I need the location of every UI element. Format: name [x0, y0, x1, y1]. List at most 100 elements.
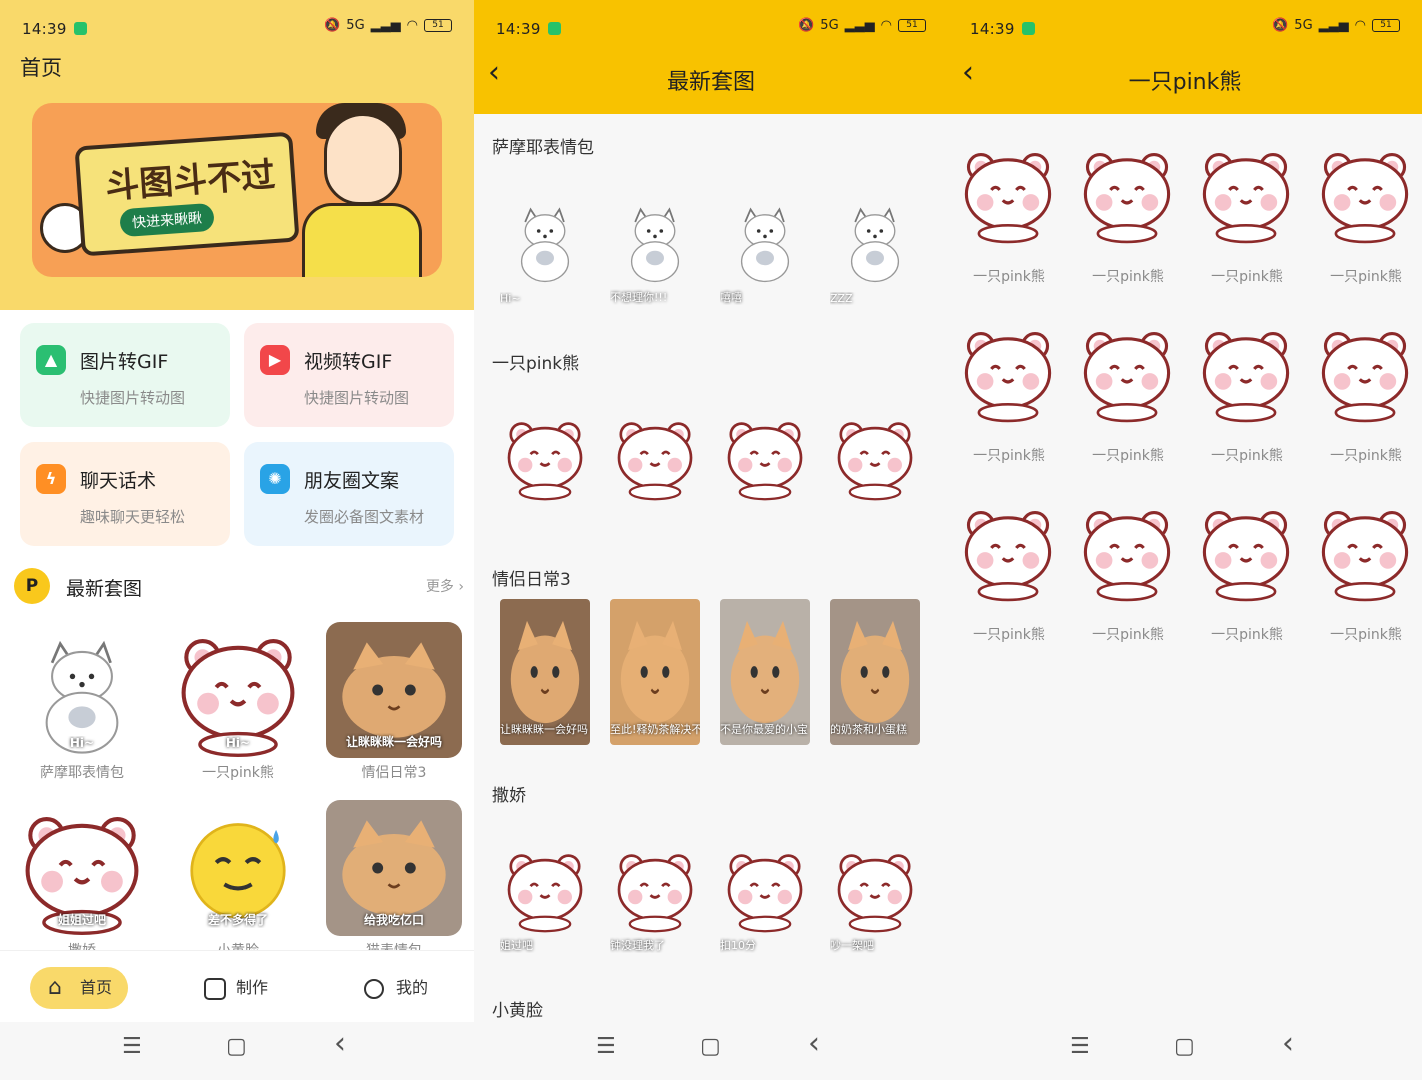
- sticker-thumbnail[interactable]: ZZZ: [830, 167, 920, 313]
- bear-sticker[interactable]: 一只pink熊: [1194, 494, 1300, 654]
- set-thumbnail: Hi~: [14, 622, 150, 758]
- bear-image: [1075, 494, 1181, 606]
- notification-icon: [1022, 22, 1035, 35]
- sticker-thumbnail[interactable]: 姐过吧: [500, 815, 590, 961]
- status-time: 14:39: [970, 20, 1015, 38]
- home-square-icon[interactable]: ▢: [226, 1034, 247, 1059]
- set-card[interactable]: Hi~ 萨摩耶表情包: [12, 622, 152, 782]
- sticker-thumbnail[interactable]: [720, 383, 810, 529]
- sticker-thumbnail[interactable]: 不是你最爱的小宝: [720, 599, 810, 745]
- bear-sticker[interactable]: 一只pink熊: [956, 315, 1062, 475]
- boy-shirt: [302, 203, 422, 277]
- status-time: 14:39: [22, 20, 67, 38]
- sticker-caption: 一只pink熊: [1330, 627, 1402, 643]
- sticker-thumbnail[interactable]: 扣10分: [720, 815, 810, 961]
- aperture-icon: ✺: [260, 464, 290, 494]
- back-icon[interactable]: ‹: [334, 1026, 346, 1061]
- bear-image: [956, 315, 1062, 427]
- set-thumbnail: 差不多得了: [170, 800, 306, 936]
- set-card[interactable]: 给我吃亿口猫表情包: [324, 800, 464, 960]
- more-link[interactable]: 更多 ›: [426, 576, 464, 596]
- sticker-caption: 一只pink熊: [1092, 269, 1164, 285]
- sticker-thumbnail[interactable]: 让眯眯眯一会好吗: [500, 599, 590, 745]
- sticker-text: 吵一架吧: [830, 939, 874, 952]
- feature-image-to-gif[interactable]: ▲ 图片转GIF 快捷图片转动图: [20, 323, 230, 427]
- notification-icon: [548, 22, 561, 35]
- bear-image: [1075, 315, 1181, 427]
- feature-title: 聊天话术: [80, 470, 157, 492]
- sticker-thumbnail[interactable]: [830, 383, 920, 529]
- menu-icon[interactable]: ☰: [596, 1034, 616, 1059]
- latest-sets-screen: ‹ 最新套图 14:39 🔕 5G ▂▃▅ ◠ 51 萨摩耶表情包 Hi~ 不想…: [474, 0, 948, 1080]
- back-icon[interactable]: ‹: [1282, 1026, 1294, 1061]
- network-label: 5G: [1294, 18, 1313, 33]
- nav-create[interactable]: 制作: [204, 967, 268, 1009]
- wifi-icon: ◠: [406, 18, 418, 33]
- home-square-icon[interactable]: ▢: [1174, 1034, 1195, 1059]
- bear-image: [1313, 494, 1419, 606]
- feature-moments-copy[interactable]: ✺ 朋友圈文案 发圈必备图文素材: [244, 442, 454, 546]
- status-icons: 🔕 5G ▂▃▅ ◠ 51: [798, 18, 926, 33]
- bear-sticker[interactable]: 一只pink熊: [1313, 136, 1419, 296]
- feature-subtitle: 发圈必备图文素材: [304, 508, 425, 526]
- sticker-thumbnail[interactable]: 的奶茶和小蛋糕: [830, 599, 920, 745]
- bear-image: [1313, 315, 1419, 427]
- bear-sticker[interactable]: 一只pink熊: [1313, 315, 1419, 475]
- bear-sticker[interactable]: 一只pink熊: [1075, 494, 1181, 654]
- feature-title: 视频转GIF: [304, 351, 393, 373]
- bear-sticker[interactable]: 一只pink熊: [956, 494, 1062, 654]
- image-icon: ▲: [36, 345, 66, 375]
- feature-video-to-gif[interactable]: ▶ 视频转GIF 快捷图片转动图: [244, 323, 454, 427]
- status-icons: 🔕 5G ▂▃▅ ◠ 51: [1272, 18, 1400, 33]
- set-thumbnail-text: 差不多得了: [207, 913, 268, 927]
- bear-sticker[interactable]: 一只pink熊: [1075, 136, 1181, 296]
- bear-sticker[interactable]: 一只pink熊: [1313, 494, 1419, 654]
- bear-sticker[interactable]: 一只pink熊: [1075, 315, 1181, 475]
- bear-sticker[interactable]: 一只pink熊: [1194, 136, 1300, 296]
- set-thumbnail: Hi~: [170, 622, 306, 758]
- sticker-text: 嘻嘻: [720, 291, 742, 304]
- sticker-thumbnail[interactable]: 吵一架吧: [830, 815, 920, 961]
- bear-sticker[interactable]: 一只pink熊: [1194, 315, 1300, 475]
- set-card[interactable]: 差不多得了小黄脸: [168, 800, 308, 960]
- set-card[interactable]: Hi~ 一只pink熊: [168, 622, 308, 782]
- bear-image: [956, 136, 1062, 248]
- menu-icon[interactable]: ☰: [1070, 1034, 1090, 1059]
- battery-icon: 51: [424, 19, 452, 32]
- set-thumbnail-text: 让眯眯眯一会好吗: [345, 735, 442, 749]
- status-icons: 🔕 5G ▂▃▅ ◠ 51: [324, 18, 452, 33]
- p-badge-icon: P: [14, 568, 50, 604]
- home-square-icon[interactable]: ▢: [700, 1034, 721, 1059]
- sticker-thumbnail[interactable]: 嘻嘻: [720, 167, 810, 313]
- set-detail-screen: ‹ 一只pink熊 14:39 🔕 5G ▂▃▅ ◠ 51 一只pink熊 一只…: [948, 0, 1422, 1080]
- page-title: 最新套图: [666, 70, 755, 95]
- mute-icon: 🔕: [324, 18, 341, 33]
- set-thumbnail-text: 姐姐过吧: [57, 913, 106, 927]
- system-nav: ☰ ▢ ‹: [474, 1022, 948, 1080]
- more-label: 更多: [425, 579, 454, 595]
- menu-icon[interactable]: ☰: [122, 1034, 142, 1059]
- sticker-thumbnail[interactable]: [500, 383, 590, 529]
- sticker-thumbnail[interactable]: [610, 383, 700, 529]
- back-icon[interactable]: ‹: [808, 1026, 820, 1061]
- sticker-text: ZZZ: [830, 292, 853, 305]
- bear-sticker[interactable]: 一只pink熊: [956, 136, 1062, 296]
- set-card[interactable]: 姐姐过吧撒娇: [12, 800, 152, 960]
- sticker-thumbnail[interactable]: 钟没理我了: [610, 815, 700, 961]
- sticker-thumbnail[interactable]: Hi~: [500, 167, 590, 313]
- nav-mine[interactable]: 我的: [364, 967, 428, 1009]
- signal-icon: ▂▃▅: [844, 18, 875, 33]
- sticker-thumbnail[interactable]: 不想理你!!!: [610, 167, 700, 313]
- status-bar: 14:39 🔕 5G ▂▃▅ ◠ 51: [474, 0, 948, 52]
- feature-chat-lines[interactable]: ϟ 聊天话术 趣味聊天更轻松: [20, 442, 230, 546]
- sticker-thumbnail[interactable]: 至此!释奶茶解决不: [610, 599, 700, 745]
- sticker-text: 让眯眯眯一会好吗: [500, 723, 588, 736]
- home-icon: ⌂: [48, 975, 62, 1000]
- promo-banner[interactable]: 斗图斗不过 快进来瞅瞅: [32, 103, 442, 277]
- signal-icon: ▂▃▅: [1318, 18, 1349, 33]
- set-thumbnail-text: 给我吃亿口: [363, 913, 424, 927]
- nav-home[interactable]: ⌂ 首页: [30, 967, 128, 1009]
- set-card[interactable]: 让眯眯眯一会好吗 情侣日常3: [324, 622, 464, 782]
- bottom-nav: ⌂ 首页 制作 我的: [0, 950, 474, 1022]
- sticker-caption: 一只pink熊: [973, 627, 1045, 643]
